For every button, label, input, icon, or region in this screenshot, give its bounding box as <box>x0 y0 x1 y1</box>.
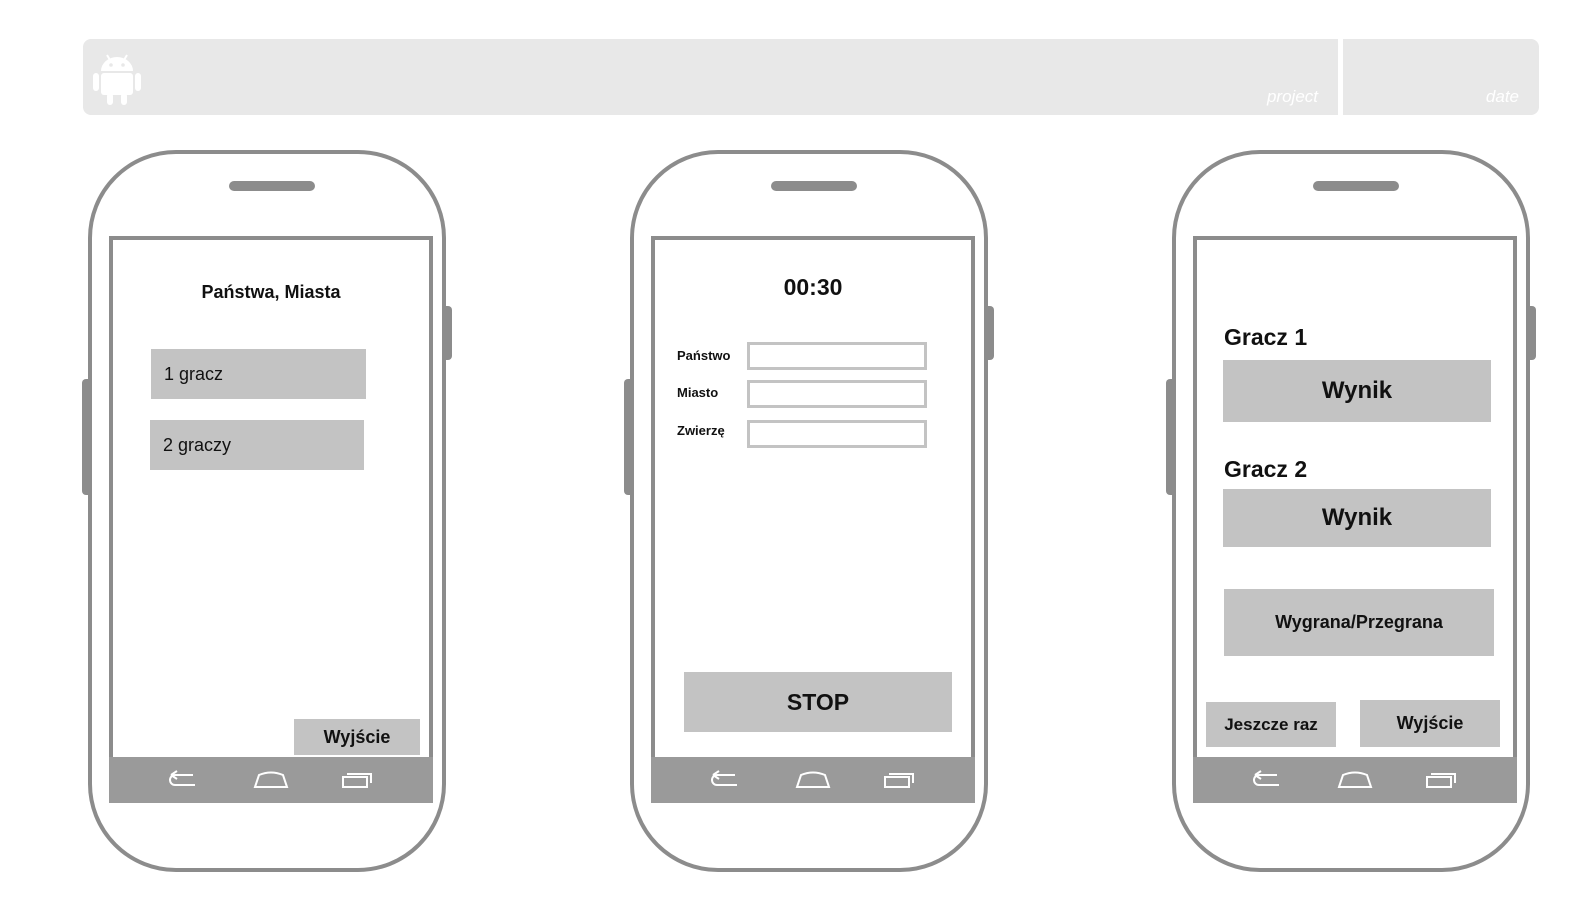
player2-score: Wynik <box>1223 489 1491 547</box>
power-button <box>1530 306 1536 360</box>
exit-button[interactable]: Wyjście <box>1360 700 1500 747</box>
field-label-country: Państwo <box>677 348 731 363</box>
one-player-button[interactable]: 1 gracz <box>151 349 366 399</box>
timer: 00:30 <box>783 274 843 300</box>
volume-button <box>82 379 88 495</box>
screen-game: 00:30 Państwo Miasto Zwierzę STOP <box>651 236 975 803</box>
header-date-bar: date <box>1343 39 1539 115</box>
power-button <box>988 306 994 360</box>
volume-button <box>1166 379 1172 495</box>
stop-button[interactable]: STOP <box>684 672 952 732</box>
android-icon <box>93 51 141 110</box>
power-button <box>446 306 452 360</box>
player1-score: Wynik <box>1223 360 1491 422</box>
app-title: Państwa, Miasta <box>201 282 341 302</box>
phone-game: 00:30 Państwo Miasto Zwierzę STOP <box>624 150 994 872</box>
android-navbar <box>1193 757 1517 803</box>
header-project-bar: project <box>83 39 1338 115</box>
recent-apps-icon[interactable] <box>883 769 917 791</box>
player2-label: Gracz 2 <box>1224 456 1308 482</box>
android-navbar <box>651 757 975 803</box>
back-icon[interactable] <box>1251 769 1283 791</box>
screen-menu: Państwa, Miasta 1 gracz 2 graczy Wyjście <box>109 236 433 803</box>
phone-result: Gracz 1 Wynik Gracz 2 Wynik Wygrana/Prze… <box>1166 150 1536 872</box>
field-label-city: Miasto <box>677 385 719 400</box>
recent-apps-icon[interactable] <box>1425 769 1459 791</box>
recent-apps-icon[interactable] <box>341 769 375 791</box>
screen-result: Gracz 1 Wynik Gracz 2 Wynik Wygrana/Prze… <box>1193 236 1517 803</box>
speaker <box>771 181 857 191</box>
outcome-label: Wygrana/Przegrana <box>1224 589 1494 656</box>
volume-button <box>624 379 630 495</box>
field-label-animal: Zwierzę <box>677 423 725 438</box>
back-icon[interactable] <box>709 769 741 791</box>
date-label: date <box>1485 87 1519 106</box>
home-icon[interactable] <box>253 769 289 791</box>
speaker <box>229 181 315 191</box>
speaker <box>1313 181 1399 191</box>
two-players-button[interactable]: 2 graczy <box>150 420 364 470</box>
player1-label: Gracz 1 <box>1224 324 1308 350</box>
android-navbar <box>109 757 433 803</box>
home-icon[interactable] <box>795 769 831 791</box>
country-input[interactable] <box>747 342 927 370</box>
project-label: project <box>1266 87 1318 106</box>
animal-input[interactable] <box>747 420 927 448</box>
home-icon[interactable] <box>1337 769 1373 791</box>
back-icon[interactable] <box>167 769 199 791</box>
play-again-button[interactable]: Jeszcze raz <box>1206 702 1336 747</box>
city-input[interactable] <box>747 380 927 408</box>
exit-button[interactable]: Wyjście <box>294 719 420 755</box>
phone-menu: Państwa, Miasta 1 gracz 2 graczy Wyjście <box>82 150 452 872</box>
